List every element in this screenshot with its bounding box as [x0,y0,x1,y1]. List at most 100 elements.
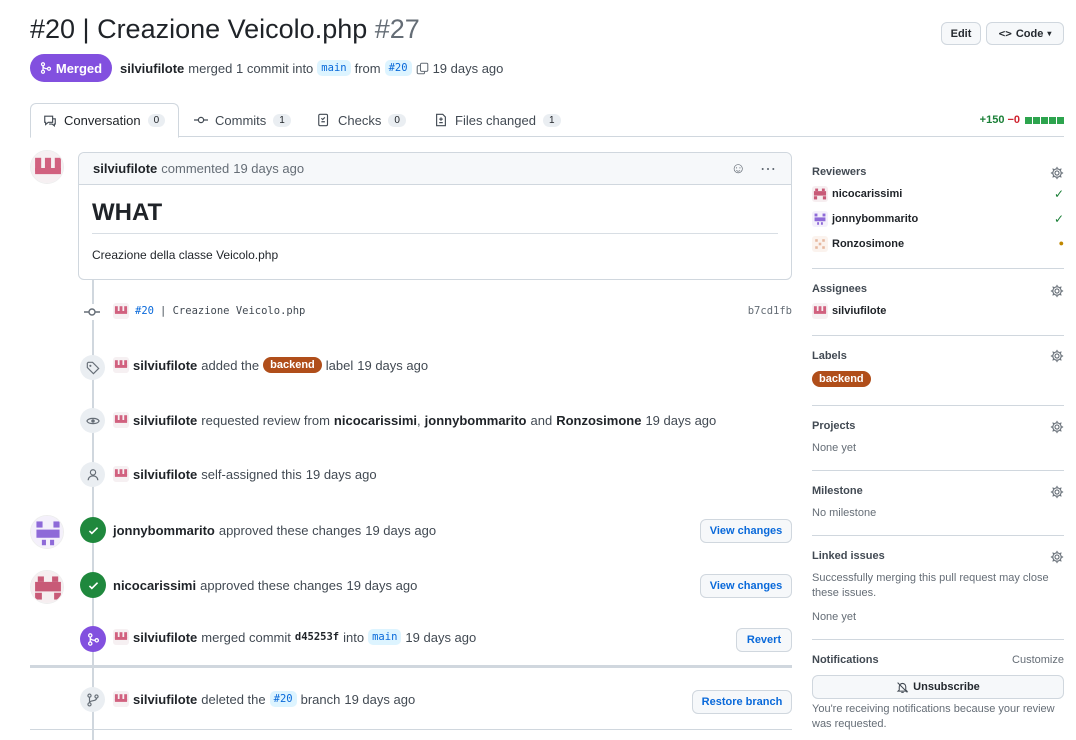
base-branch[interactable]: main [368,629,402,645]
reviewer-item[interactable]: Ronzosimone [812,236,904,252]
file-diff-icon [436,113,446,127]
event-author[interactable]: silviufilote [133,413,197,428]
restore-branch-button[interactable]: Restore branch [692,690,792,714]
reviewer-item[interactable]: nicocarissimi [812,186,902,202]
labels-section: Labels backend [812,336,1064,406]
reviewers-title: Reviewers [812,166,867,178]
view-changes-button[interactable]: View changes [700,519,792,543]
event-author[interactable]: silviufilote [133,358,197,373]
reviewer-name: nicocarissimi [832,188,903,200]
reviewer-item[interactable]: jonnybommarito [812,211,918,227]
avatar [812,211,828,227]
event-text: approved these changes [218,523,362,538]
event-time[interactable]: 19 days ago [347,578,418,593]
pr-number: #27 [374,14,420,44]
avatar[interactable] [113,357,129,373]
review-request-event: silviufilote requested review from nicoc… [113,412,716,428]
gear-icon[interactable] [1050,166,1064,180]
pr-author-link[interactable]: silviufilote [120,61,184,76]
avatar[interactable] [113,691,129,707]
revert-button[interactable]: Revert [736,628,792,652]
avatar[interactable] [113,303,129,319]
assignee-item[interactable]: silviufilote [812,303,886,319]
customize-link[interactable]: Customize [1012,654,1064,666]
event-time[interactable]: 19 days ago [365,523,436,538]
avatar[interactable] [30,515,64,549]
assignees-title: Assignees [812,283,868,295]
code-button[interactable]: <> Code ▾ [986,22,1064,45]
backend-label[interactable]: backend [263,357,322,373]
event-author[interactable]: silviufilote [133,467,197,482]
tab-commits-count: 1 [273,113,291,127]
event-time[interactable]: 19 days ago [306,467,377,482]
event-author[interactable]: nicocarissimi [113,578,196,593]
reviewer-link[interactable]: Ronzosimone [556,413,641,428]
commit-sha[interactable]: b7cd1fb [748,305,792,317]
avatar[interactable] [30,570,64,604]
avatar[interactable] [113,629,129,645]
linked-issues-title: Linked issues [812,550,885,562]
event-time[interactable]: 19 days ago [344,692,415,707]
pr-title: #20 | Creazione Veicolo.php #27 [30,14,420,45]
reviewer-link[interactable]: jonnybommarito [425,413,527,428]
gear-icon[interactable] [1050,284,1064,298]
event-time[interactable]: 19 days ago [405,630,476,645]
gear-icon[interactable] [1050,485,1064,499]
tab-checks[interactable]: Checks 0 [305,103,418,137]
comment-author[interactable]: silviufilote [93,161,157,176]
unsubscribe-button[interactable]: Unsubscribe [812,675,1064,699]
linked-issues-value: None yet [812,611,857,623]
view-changes-button[interactable]: View changes [700,574,792,598]
bell-slash-icon [896,681,909,693]
kebab-menu-icon[interactable]: ⋯ [760,159,777,179]
event-author[interactable]: silviufilote [133,630,197,645]
linked-issues-desc: Successfully merging this pull request m… [812,572,1049,584]
commit-branch-link[interactable]: #20 [135,305,154,317]
gear-icon[interactable] [1050,420,1064,434]
timeline-divider [30,665,792,668]
merge-commit-sha[interactable]: d45253f [295,631,339,643]
reviewer-link[interactable]: nicocarissimi [334,413,417,428]
copy-icon[interactable] [416,62,429,75]
backend-label[interactable]: backend [812,371,871,387]
commit-icon [84,304,100,320]
gear-icon[interactable] [1050,550,1064,564]
event-time[interactable]: 19 days ago [357,358,428,373]
tab-conversation[interactable]: Conversation 0 [30,103,179,138]
projects-section: Projects None yet [812,406,1064,471]
commit-message[interactable]: | Creazione Veicolo.php [160,305,305,317]
conversation-icon [44,115,56,127]
avatar[interactable] [113,466,129,482]
smiley-icon[interactable]: ☺ [731,160,746,177]
edit-button-label: Edit [950,27,972,40]
event-author[interactable]: jonnybommarito [113,523,215,538]
merged-time: 19 days ago [432,60,504,76]
edit-button[interactable]: Edit [941,22,981,45]
tab-checks-count: 0 [388,113,406,127]
linked-issues-section: Linked issues Successfully merging this … [812,536,1064,640]
check-icon [80,572,106,598]
gear-icon[interactable] [1050,349,1064,363]
event-text: , [417,412,421,428]
head-branch[interactable]: #20 [269,691,297,707]
comment-box: silviufilote commented 19 days ago ☺ ⋯ W… [78,152,792,280]
approval-event: jonnybommarito approved these changes 19… [113,523,436,538]
tab-commits[interactable]: Commits 1 [182,103,303,137]
event-text: added the [201,357,260,373]
self-assign-event: silviufilote self-assigned this 19 days … [113,466,377,482]
linked-issues-desc: these issues. [812,587,877,599]
event-time[interactable]: 19 days ago [645,413,716,428]
diffstat-bar [1025,116,1064,124]
avatar[interactable] [113,412,129,428]
comment-time[interactable]: 19 days ago [233,161,304,176]
tab-files-changed[interactable]: Files changed 1 [422,103,573,137]
avatar[interactable] [30,150,64,184]
milestone-value: No milestone [812,507,877,519]
approval-event: nicocarissimi approved these changes 19 … [113,578,417,593]
base-branch[interactable]: main [317,60,351,76]
event-author[interactable]: silviufilote [133,692,197,707]
person-icon [80,462,105,487]
check-icon: ✓ [1053,187,1064,201]
avatar [812,303,828,319]
head-branch[interactable]: #20 [384,60,412,76]
